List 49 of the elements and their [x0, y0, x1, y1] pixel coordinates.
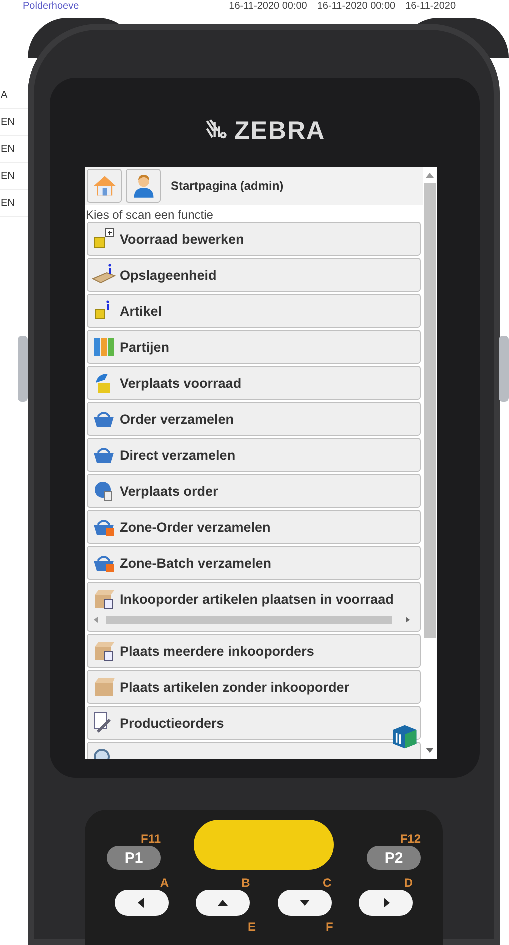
- box-icon: [92, 675, 116, 699]
- home-button[interactable]: [87, 169, 122, 203]
- menu-item[interactable]: Voorraad bewerken: [87, 222, 421, 256]
- binders-icon: [92, 335, 116, 359]
- menu-item[interactable]: Artikel: [87, 294, 421, 328]
- date-text: 16-11-2020 00:00: [229, 1, 308, 12]
- key-label: D: [404, 876, 413, 890]
- table-cell: EN: [1, 116, 15, 128]
- instruction-text: Kies of scan een functie: [85, 207, 214, 222]
- arrow-key[interactable]: [278, 890, 332, 916]
- arrow-key[interactable]: [115, 890, 169, 916]
- cube-logo-icon: [391, 723, 419, 751]
- box-icon: [92, 587, 116, 611]
- menu-item[interactable]: Order verzamelen: [87, 402, 421, 436]
- box-icon: [92, 639, 116, 663]
- menu-item[interactable]: Zone-Order verzamelen: [87, 510, 421, 544]
- menu-item[interactable]: Verplaats voorraad: [87, 366, 421, 400]
- menu-item[interactable]: Direct verzamelen: [87, 438, 421, 472]
- menu-item[interactable]: Productieorders: [87, 706, 421, 740]
- date-text: 16-11-2020 00:00: [317, 1, 396, 12]
- arrow-key[interactable]: [196, 890, 250, 916]
- scan-key[interactable]: [194, 820, 334, 870]
- key-label: B: [242, 876, 250, 890]
- menu-item[interactable]: Plaats artikelen zonder inkooporder: [87, 670, 421, 704]
- programmable-key[interactable]: P1: [107, 846, 161, 870]
- menu-item[interactable]: Plaats meerdere inkooporders: [87, 634, 421, 668]
- user-button[interactable]: [126, 169, 161, 203]
- table-cell: EN: [1, 198, 15, 208]
- page-title: Startpagina (admin): [171, 179, 284, 193]
- key-label: C: [322, 876, 332, 890]
- arrow-key[interactable]: [358, 890, 413, 916]
- menu-item[interactable]: Inkooporder artikelen plaatsen in voorraad: [87, 582, 421, 632]
- table-cell: A: [1, 90, 8, 100]
- date-text: 16-11-2020: [406, 1, 456, 12]
- programmable-key[interactable]: P2: [367, 846, 421, 870]
- menu-item[interactable]: Partijen: [87, 330, 421, 364]
- menu-item[interactable]: Opslageenheid: [87, 258, 421, 292]
- menu-item[interactable]: Verplaats order: [87, 474, 421, 508]
- cube-icon: [92, 227, 116, 251]
- key-label: F: [326, 920, 334, 934]
- menu-item[interactable]: Zone-Batch verzamelen: [87, 546, 421, 580]
- key-label: A: [160, 876, 169, 890]
- key-label: F11: [140, 832, 161, 846]
- link[interactable]: Polderhoeve: [23, 1, 80, 12]
- table-cell: EN: [1, 170, 15, 182]
- key-label: E: [248, 920, 256, 934]
- key-label: F12: [400, 832, 421, 846]
- brand-name: ZEBRA: [234, 116, 326, 146]
- table-cell: EN: [1, 144, 15, 154]
